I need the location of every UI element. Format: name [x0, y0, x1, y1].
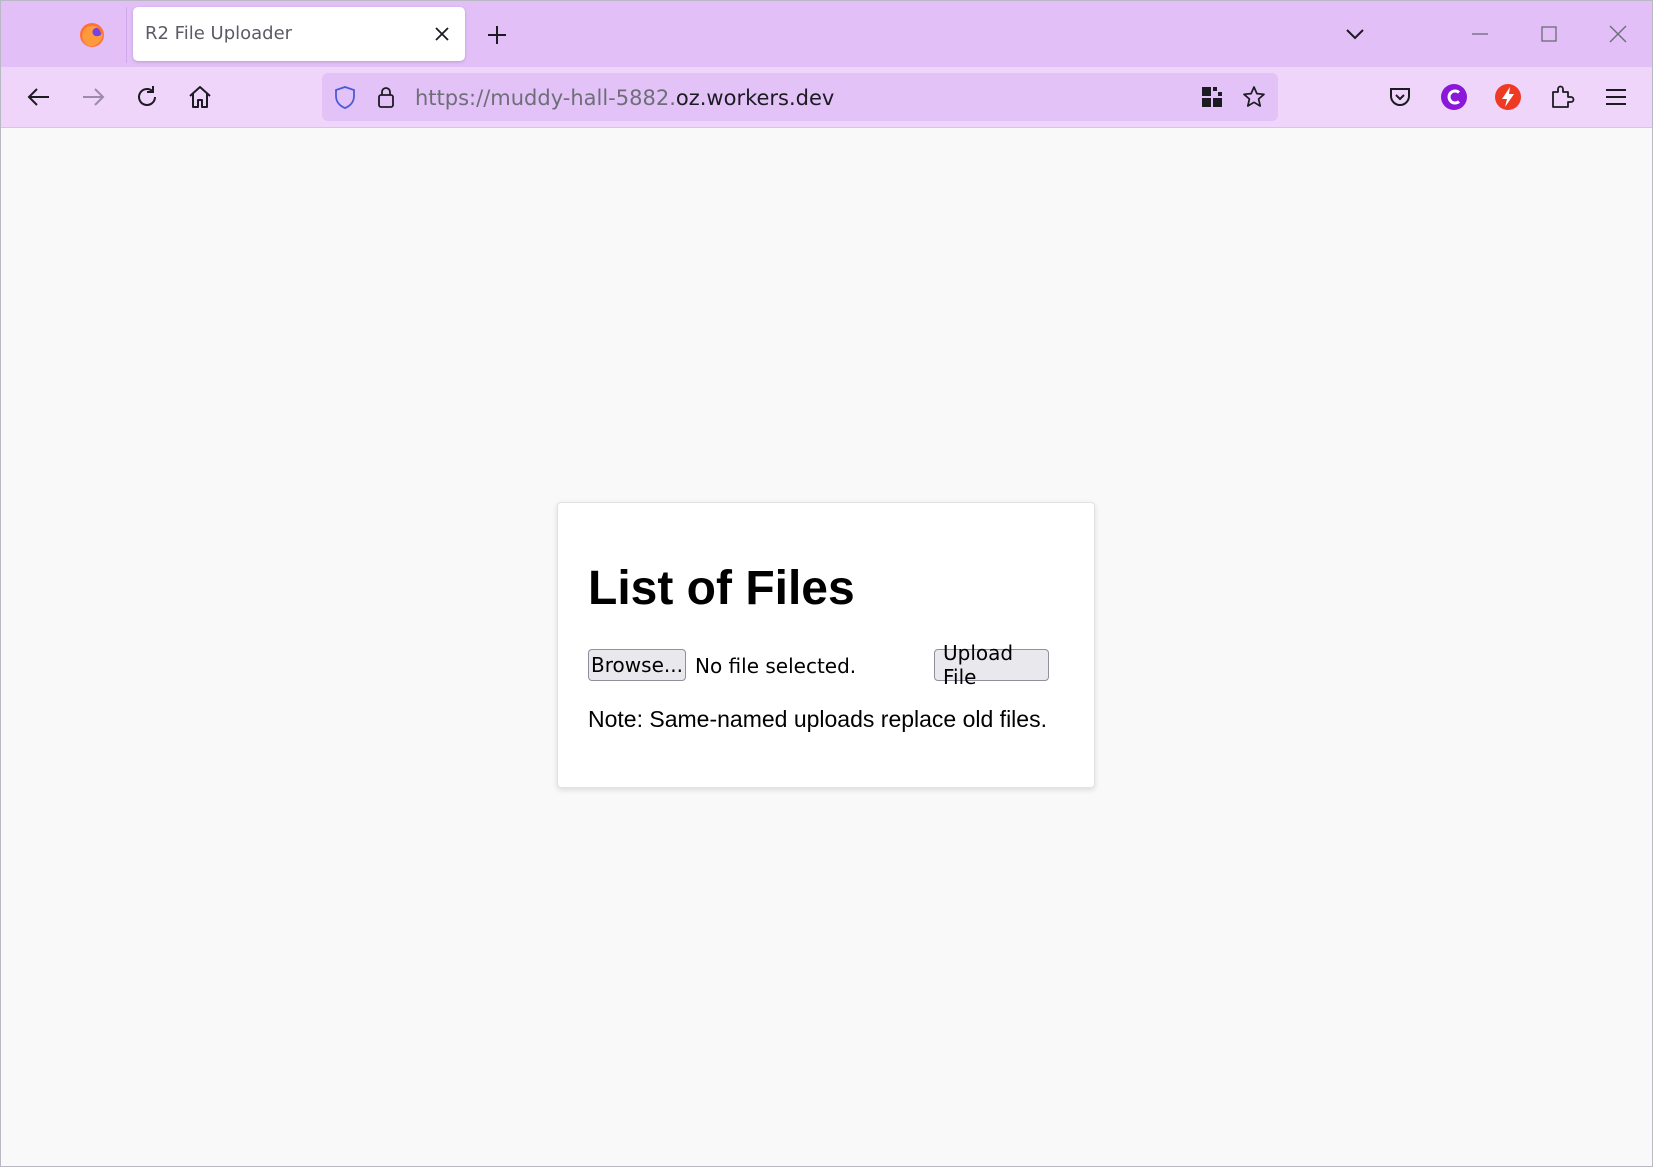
- browse-button[interactable]: Browse...: [588, 649, 686, 681]
- forward-icon[interactable]: [79, 83, 107, 111]
- reload-icon[interactable]: [133, 83, 161, 111]
- upload-card: List of Files Browse... No file selected…: [557, 502, 1095, 788]
- tab-title: R2 File Uploader: [145, 23, 293, 44]
- maximize-icon[interactable]: [1536, 21, 1562, 47]
- menu-icon[interactable]: [1602, 83, 1630, 111]
- url-prefix: https://muddy-hall-5882.: [415, 86, 676, 110]
- chevron-down-icon[interactable]: [1344, 23, 1366, 45]
- page-title: List of Files: [588, 562, 855, 615]
- star-icon[interactable]: [1242, 85, 1266, 109]
- tab-r2-file-uploader[interactable]: R2 File Uploader: [133, 7, 465, 61]
- url-domain: oz.workers.dev: [675, 86, 835, 110]
- minimize-icon[interactable]: [1467, 21, 1493, 47]
- close-window-icon[interactable]: [1605, 21, 1631, 47]
- firefox-icon[interactable]: [79, 22, 105, 48]
- tab-bar: R2 File Uploader: [1, 1, 1652, 67]
- upload-file-button[interactable]: Upload File: [934, 641, 1049, 689]
- browser-window: R2 File Uploader https://muddy-hall-5882…: [0, 0, 1653, 1167]
- shield-icon[interactable]: [333, 85, 357, 109]
- plus-icon[interactable]: [485, 23, 509, 47]
- url-text[interactable]: https://muddy-hall-5882.oz.workers.dev: [415, 86, 834, 110]
- pocket-icon[interactable]: [1386, 83, 1414, 111]
- back-icon[interactable]: [25, 83, 53, 111]
- page-content: List of Files Browse... No file selected…: [1, 128, 1652, 1166]
- address-bar[interactable]: https://muddy-hall-5882.oz.workers.dev: [322, 73, 1278, 121]
- tab-separator: [126, 7, 127, 63]
- c-extension-icon[interactable]: [1440, 83, 1468, 111]
- close-icon[interactable]: [433, 25, 451, 43]
- lock-icon[interactable]: [374, 85, 398, 109]
- home-icon[interactable]: [186, 83, 214, 111]
- note-text: Note: Same-named uploads replace old fil…: [588, 706, 1047, 732]
- flash-extension-icon[interactable]: [1494, 83, 1522, 111]
- navigation-toolbar: https://muddy-hall-5882.oz.workers.dev: [1, 67, 1652, 128]
- qr-code-icon[interactable]: [1200, 85, 1224, 109]
- extensions-puzzle-icon[interactable]: [1548, 83, 1576, 111]
- file-status-text: No file selected.: [695, 654, 857, 678]
